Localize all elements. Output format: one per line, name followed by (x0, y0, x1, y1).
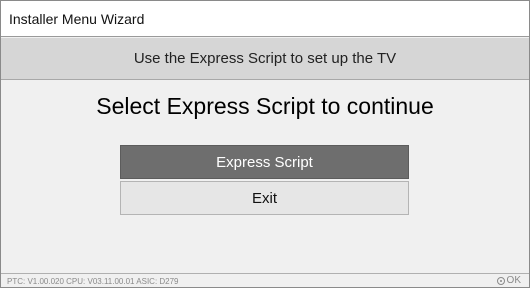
footer-divider (1, 273, 529, 274)
exit-button[interactable]: Exit (120, 181, 409, 215)
version-info: PTC: V1.00.020 CPU: V03.11.00.01 ASIC: D… (7, 277, 179, 286)
title-bar: Installer Menu Wizard (1, 1, 529, 37)
window-title: Installer Menu Wizard (9, 11, 145, 27)
page-heading: Select Express Script to continue (96, 93, 434, 119)
subtitle-text: Use the Express Script to set up the TV (133, 50, 397, 67)
installer-wizard-window: Installer Menu Wizard Use the Express Sc… (0, 0, 530, 288)
ok-button-icon (496, 276, 505, 285)
express-script-button[interactable]: Express Script (120, 145, 409, 179)
ok-hint: OK (496, 275, 521, 286)
subtitle-bar: Use the Express Script to set up the TV (1, 38, 529, 80)
ok-label: OK (506, 275, 521, 286)
